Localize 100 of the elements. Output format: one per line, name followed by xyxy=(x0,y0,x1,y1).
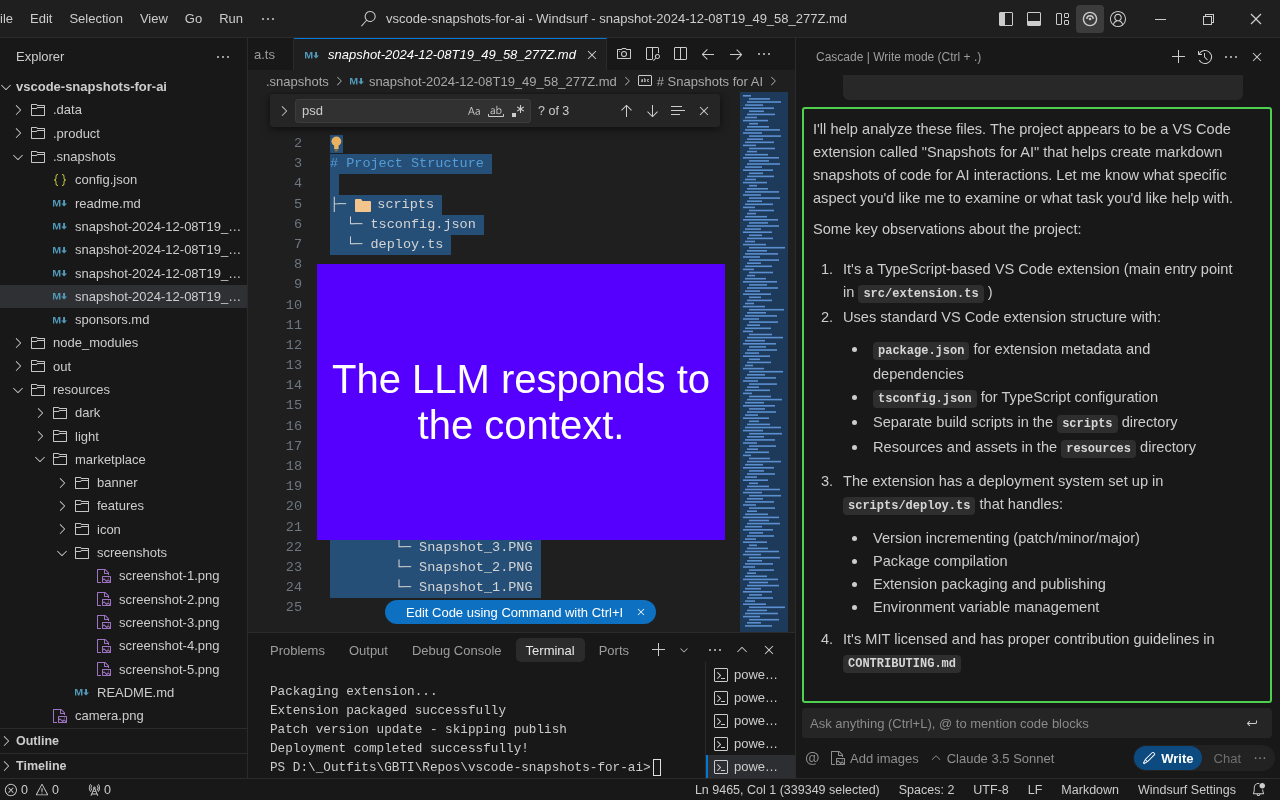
split-editor-icon[interactable] xyxy=(671,46,688,62)
panel-tab[interactable]: Problems xyxy=(260,638,335,662)
breadcrumb-item[interactable]: .snapshots xyxy=(266,73,329,89)
breadcrumb-item[interactable]: # Snapshots for AI xyxy=(636,73,763,89)
tree-item[interactable]: out xyxy=(0,354,247,378)
history-icon[interactable] xyxy=(1197,48,1213,65)
plus-icon[interactable] xyxy=(1171,48,1187,65)
tree-item[interactable]: snapshot-2024-12-08T19_… xyxy=(0,261,247,285)
breadcrumb-item[interactable]: snapshot-2024-12-08T19_49_58_277Z.md xyxy=(348,73,617,89)
tree-item[interactable]: light xyxy=(0,424,247,448)
model-picker[interactable]: Claude 3.5 Sonnet xyxy=(928,750,1055,766)
bullet-icon xyxy=(852,445,857,450)
folder-icon xyxy=(74,498,90,514)
menu-item[interactable]: ile xyxy=(0,11,13,26)
menu-item[interactable]: Selection xyxy=(69,11,123,26)
section-header[interactable]: Outline xyxy=(0,728,247,753)
lightbulb-icon[interactable] xyxy=(330,135,343,154)
terminal-line: Extension packaged successfully xyxy=(270,702,508,720)
terminal-item[interactable]: powe… xyxy=(706,663,795,686)
folder-icon xyxy=(30,125,46,142)
folder-icon xyxy=(52,428,68,445)
tree-item[interactable]: readme.md xyxy=(0,191,247,215)
tree-item[interactable]: screenshot-1.png xyxy=(0,564,247,588)
bullet-icon xyxy=(852,605,857,610)
list-number: 3. xyxy=(821,472,835,491)
add-images-button[interactable]: Add images xyxy=(830,750,919,766)
tree-item[interactable]: .snapshots xyxy=(0,144,247,169)
panel-tab[interactable]: Terminal xyxy=(515,638,585,662)
tree-item[interactable]: screenshots xyxy=(0,540,247,565)
tree-item[interactable]: config.json xyxy=(0,168,247,192)
match-count: ? of 3 xyxy=(538,103,571,118)
bullet-icon xyxy=(852,420,857,425)
status-item[interactable]: LF xyxy=(1023,782,1047,797)
tree-item[interactable]: screenshot-2.png xyxy=(0,587,247,611)
panel-tab[interactable]: Ports xyxy=(588,638,640,662)
folder-icon xyxy=(30,148,46,165)
tree-item[interactable]: snapshot-2024-12-08T19_… xyxy=(0,284,247,308)
tree-item[interactable]: marketplace xyxy=(0,447,247,472)
tree-item[interactable]: features xyxy=(0,494,247,518)
minimap-drawing[interactable] xyxy=(740,92,788,632)
tree-item[interactable]: .product xyxy=(0,121,247,145)
cascade-icon[interactable] xyxy=(1076,4,1104,33)
ports-status[interactable]: 0 xyxy=(82,782,115,797)
line-number: 7 xyxy=(292,235,302,254)
tree-item[interactable]: camera.png xyxy=(0,704,247,728)
regex-icon[interactable] xyxy=(510,102,526,119)
tree-item[interactable]: node_modules xyxy=(0,331,247,355)
pen-icon xyxy=(1142,751,1157,765)
tree-item[interactable]: screenshot-5.png xyxy=(0,657,247,681)
status-item[interactable]: UTF-8 xyxy=(969,782,1013,797)
tree-item[interactable]: banner xyxy=(0,471,247,495)
menu-item[interactable]: Run xyxy=(219,11,244,26)
folder-icon xyxy=(74,474,90,491)
bullet-icon xyxy=(852,582,857,587)
bullet-text: Version incrementing (patch/minor/major) xyxy=(873,529,1141,548)
terminal-item[interactable]: powe… xyxy=(706,732,795,755)
terminal-icon xyxy=(713,758,729,775)
plus-icon[interactable] xyxy=(651,642,667,658)
bell-icon[interactable] xyxy=(1251,782,1266,797)
camera-icon[interactable] xyxy=(615,46,632,62)
tree-item[interactable]: snapshot-2024-12-08T19_… xyxy=(0,238,247,262)
menu-item[interactable]: Go xyxy=(184,11,203,26)
line-number: 11 xyxy=(284,316,302,335)
tree-item[interactable]: dark xyxy=(0,401,247,425)
tree-item[interactable]: snapshot-2024-12-08T19_… xyxy=(0,214,247,239)
tree-item[interactable]: README.md xyxy=(0,680,247,704)
window-title[interactable]: vscode-snapshots-for-ai - Windsurf - snapshot-2024-12-08T19_49_58_277Z.md xyxy=(386,11,848,26)
menu-item[interactable]: View xyxy=(139,11,168,26)
folder-icon xyxy=(354,194,378,215)
terminal-item[interactable]: powe… xyxy=(706,709,795,732)
menu-item[interactable]: Edit xyxy=(30,11,53,26)
panel-tab[interactable]: Output xyxy=(338,638,398,662)
tree-guide: ├─ xyxy=(330,194,355,215)
panel-tab[interactable]: Debug Console xyxy=(401,638,512,662)
folder-icon xyxy=(30,358,46,375)
tree-item[interactable]: screenshot-3.png xyxy=(0,610,247,635)
status-item[interactable]: Spaces: 2 xyxy=(894,782,959,797)
line-number: 13 xyxy=(284,357,302,376)
status-item[interactable]: Markdown xyxy=(1057,782,1124,797)
tree-item[interactable]: .data xyxy=(0,98,247,122)
search-icon[interactable] xyxy=(360,10,377,27)
problems-status[interactable]: 0 0 xyxy=(0,782,63,797)
status-item[interactable]: Windsurf Settings xyxy=(1134,782,1240,797)
status-item[interactable]: Ln 9465, Col 1 (339349 selected) xyxy=(690,782,884,797)
terminal-item[interactable]: powe… xyxy=(706,755,795,778)
edit-code-hint[interactable]: Edit Code using Command with Ctrl+I xyxy=(385,600,657,624)
tree-item[interactable]: icon xyxy=(0,517,247,541)
mode-tab[interactable]: Write xyxy=(1134,746,1202,770)
tree-item[interactable]: sponsors.md xyxy=(0,307,247,332)
mention-icon[interactable] xyxy=(804,750,820,766)
chat-input[interactable]: Ask anything (Ctrl+L), @ to mention code blocks xyxy=(802,708,1272,738)
editor-tab[interactable]: snapshot-2024-12-08T19_49_58_277Z.md xyxy=(293,38,607,70)
bullet-icon xyxy=(852,559,857,564)
preview-icon[interactable] xyxy=(643,46,660,62)
terminal-item[interactable]: powe… xyxy=(706,686,795,709)
tree-root[interactable]: vscode-snapshots-for-ai xyxy=(0,75,247,99)
tree-item[interactable]: resources xyxy=(0,377,247,402)
bullet-text: Separate build scripts in the scripts directory xyxy=(873,413,1179,435)
find-input[interactable]: psd xyxy=(295,98,531,123)
tree-item[interactable]: screenshot-4.png xyxy=(0,634,247,658)
